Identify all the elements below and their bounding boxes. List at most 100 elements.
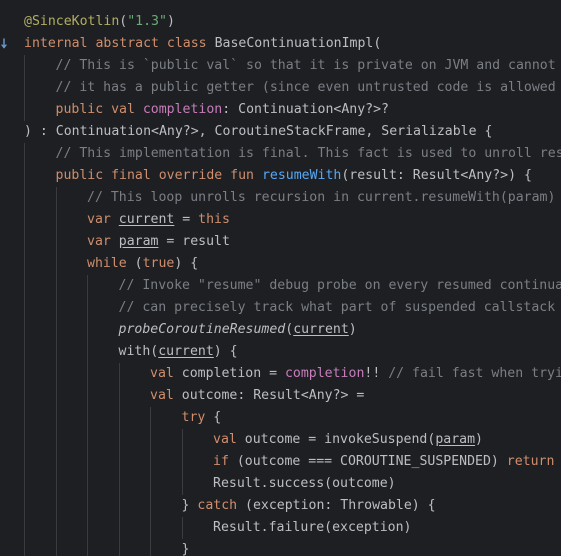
indent-guide [55,209,57,231]
code-token: current [158,344,214,359]
code-line-content: // This loop unrolls recursion in curren… [87,190,561,205]
code-line[interactable]: } catch (exception: Throwable) { [24,495,561,517]
code-token: } [181,498,198,513]
indent-guide [24,275,25,297]
code-line[interactable]: // can precisely track what part of susp… [24,297,561,319]
indent-guide [150,473,151,495]
indent-guide [24,55,25,77]
indent-guide [24,165,25,187]
code-line[interactable]: public final override fun resumeWith(res… [24,165,561,187]
indent-guide [24,429,25,451]
code-line[interactable]: // This implementation is final. This fa… [24,143,561,165]
code-line-content: try { [182,410,222,425]
code-line-content: // can precisely track what part of susp… [119,300,561,315]
indent-guide [55,539,57,556]
code-token: var [87,234,119,249]
code-line-content: var param = result [87,234,230,249]
code-line[interactable]: try { [24,407,561,429]
code-token: public final override fun [55,168,262,183]
code-token: catch [197,498,246,513]
code-token: : Continuation<Any?>? [222,102,389,117]
indent-guide [55,473,57,495]
indent-guide [87,429,88,451]
code-line-content: if (outcome === COROUTINE_SUSPENDED) ret… [213,454,554,469]
indent-guide [118,517,120,539]
indent-guide [87,319,88,341]
indent-guide [181,517,183,539]
code-token: outcome: Result<Any?> = [181,388,365,403]
indent-guide [150,517,151,539]
code-line-content: Result.success(outcome) [213,476,396,491]
indent-guide [87,275,88,297]
code-token: ) { [174,256,199,271]
indent-guide [24,451,25,473]
indent-guide [24,99,25,121]
code-token: outcome = invokeSuspend( [244,432,436,447]
indent-guide [87,539,88,556]
code-line[interactable]: // it has a public getter (since even un… [24,77,561,99]
code-token: while [87,256,135,271]
code-token: (result: Result<Any?>) { [341,168,532,183]
code-line[interactable]: // This is `public val` so that it is pr… [24,55,561,77]
code-line[interactable]: ) : Continuation<Any?>, CoroutineStackFr… [24,121,561,143]
code-editor[interactable]: @SinceKotlin("1.3") internal abstract cla… [0,0,561,556]
indent-guide [87,473,88,495]
code-content[interactable]: @SinceKotlin("1.3") internal abstract cla… [24,11,561,556]
code-line[interactable]: @SinceKotlin("1.3") [24,11,561,33]
code-line[interactable]: internal abstract class BaseContinuation… [24,33,561,55]
indent-guide [181,451,183,473]
code-line[interactable]: } [24,539,561,556]
code-line[interactable]: while (true) { [24,253,561,275]
indent-guide [55,341,57,363]
indent-guide [87,341,88,363]
code-token: var [87,212,119,227]
code-line[interactable]: val outcome = invokeSuspend(param) [24,429,561,451]
code-line[interactable]: val outcome: Result<Any?> = [24,385,561,407]
code-line[interactable]: var current = this [24,209,561,231]
indent-guide [118,407,120,429]
code-token: // This is `public val` so that it is pr… [55,58,561,73]
indent-guide [24,77,25,99]
indent-guide [55,363,57,385]
code-line[interactable]: val completion = completion!! // fail fa… [24,363,561,385]
code-token: = [174,212,199,227]
indent-guide [87,407,88,429]
code-line-content: probeCoroutineResumed(current) [119,322,357,337]
code-token: !! [364,366,389,381]
code-token: val [150,388,182,403]
code-line[interactable]: var param = result [24,231,561,253]
code-token: @SinceKotlin [24,14,120,29]
code-line-content: val outcome = invokeSuspend(param) [213,432,483,447]
code-token: // This implementation is final. This fa… [55,146,561,161]
indent-guide [118,385,120,407]
code-token: // fail fast when trying [388,366,561,381]
indent-guide [55,451,57,473]
code-line-content: while (true) { [87,256,198,271]
code-token: public val [55,102,143,117]
code-line[interactable]: Result.failure(exception) [24,517,561,539]
indent-guide [55,407,57,429]
code-line[interactable]: Result.success(outcome) [24,473,561,495]
code-line[interactable]: public val completion: Continuation<Any?… [24,99,561,121]
indent-guide [181,473,183,495]
implemented-by-icon[interactable] [1,37,15,51]
code-token: ) [166,14,175,29]
indent-guide [55,253,57,275]
code-line[interactable]: // Invoke "resume" debug probe on every … [24,275,561,297]
indent-guide [118,363,120,385]
code-line-content: Result.failure(exception) [213,520,412,535]
indent-guide [55,275,57,297]
indent-guide [87,495,88,517]
code-token: // This loop unrolls recursion in curren… [87,190,561,205]
indent-guide [24,253,25,275]
indent-guide [24,341,25,363]
indent-guide [24,495,25,517]
code-line[interactable]: with(current) { [24,341,561,363]
code-token: } [181,542,190,556]
code-token: Result.success(outcome) [213,476,396,491]
code-line[interactable]: if (outcome === COROUTINE_SUSPENDED) ret… [24,451,561,473]
code-token: resumeWith [261,168,342,183]
code-line[interactable]: // This loop unrolls recursion in curren… [24,187,561,209]
indent-guide [55,187,57,209]
code-line[interactable]: probeCoroutineResumed(current) [24,319,561,341]
